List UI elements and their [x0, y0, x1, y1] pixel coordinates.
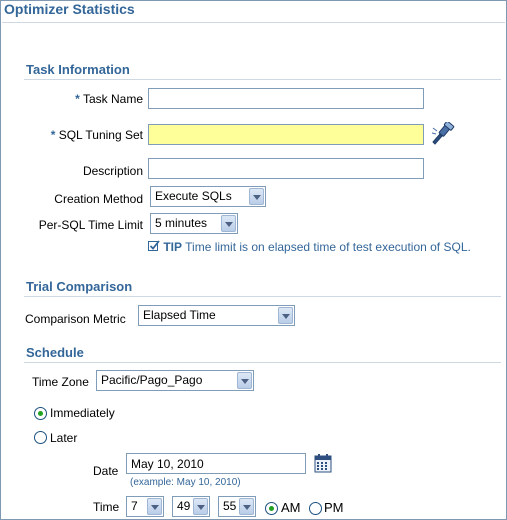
chevron-down-icon [278, 307, 293, 324]
immediately-label: Immediately [50, 406, 115, 420]
date-input[interactable] [126, 453, 306, 474]
time-zone-select[interactable]: Pacific/Pago_Pago [96, 370, 254, 391]
page-title: Optimizer Statistics [4, 1, 135, 17]
am-radio[interactable] [265, 502, 278, 515]
minute-value: 49 [177, 499, 191, 513]
description-input[interactable] [148, 158, 424, 179]
comparison-metric-label: Comparison Metric [25, 312, 126, 326]
time-zone-label: Time Zone [32, 375, 89, 389]
date-label: Date [93, 464, 119, 478]
minute-select[interactable]: 49 [172, 496, 210, 517]
chevron-down-icon [249, 188, 264, 205]
tip-prefix: TIP [163, 240, 183, 254]
chevron-down-icon [221, 215, 236, 232]
chevron-down-icon [239, 498, 254, 515]
chevron-down-icon [237, 372, 252, 389]
comparison-metric-select[interactable]: Elapsed Time [138, 305, 295, 326]
date-example-hint: (example: May 10, 2010) [130, 477, 241, 488]
per-sql-time-limit-select[interactable]: 5 minutes [150, 213, 238, 234]
hour-value: 7 [131, 499, 138, 513]
checkmark-icon [148, 240, 160, 251]
pm-label: PM [324, 500, 344, 515]
per-sql-time-limit-value: 5 minutes [155, 216, 208, 230]
task-name-label-text: Task Name [82, 92, 143, 106]
schedule-divider [24, 362, 501, 363]
chevron-down-icon [193, 498, 208, 515]
schedule-header: Schedule [26, 345, 84, 360]
am-label: AM [281, 500, 301, 515]
sql-tuning-set-label: * SQL Tuning Set [51, 128, 143, 142]
later-radio[interactable] [34, 431, 47, 444]
required-marker: * [50, 128, 56, 142]
creation-method-value: Execute SQLs [155, 189, 232, 203]
required-marker: * [75, 92, 80, 106]
tip-message: Time limit is on elapsed time of test ex… [185, 240, 471, 254]
tip-text: TIP Time limit is on elapsed time of tes… [148, 240, 471, 254]
sql-tuning-set-input[interactable] [148, 124, 424, 145]
description-label: Description [82, 164, 143, 178]
trial-comparison-divider [24, 296, 501, 297]
title-divider [2, 22, 505, 23]
later-label: Later [50, 431, 78, 445]
task-name-input[interactable] [148, 88, 424, 109]
immediately-radio[interactable] [34, 407, 47, 420]
creation-method-label: Creation Method [54, 192, 143, 206]
pm-radio[interactable] [309, 502, 322, 515]
flashlight-search-icon[interactable] [431, 122, 457, 146]
time-label: Time [93, 500, 120, 514]
task-information-header: Task Information [26, 62, 130, 77]
time-zone-value: Pacific/Pago_Pago [101, 373, 203, 387]
second-value: 55 [223, 499, 237, 513]
per-sql-time-limit-label: Per-SQL Time Limit [38, 218, 143, 232]
comparison-metric-value: Elapsed Time [143, 308, 216, 322]
hour-select[interactable]: 7 [126, 496, 164, 517]
second-select[interactable]: 55 [218, 496, 256, 517]
task-information-divider [24, 79, 501, 80]
creation-method-select[interactable]: Execute SQLs [150, 186, 266, 207]
sql-tuning-set-label-text: SQL Tuning Set [58, 128, 143, 142]
chevron-down-icon [147, 498, 162, 515]
calendar-icon[interactable] [314, 453, 332, 473]
trial-comparison-header: Trial Comparison [26, 279, 133, 294]
task-name-label: * Task Name [75, 92, 143, 106]
